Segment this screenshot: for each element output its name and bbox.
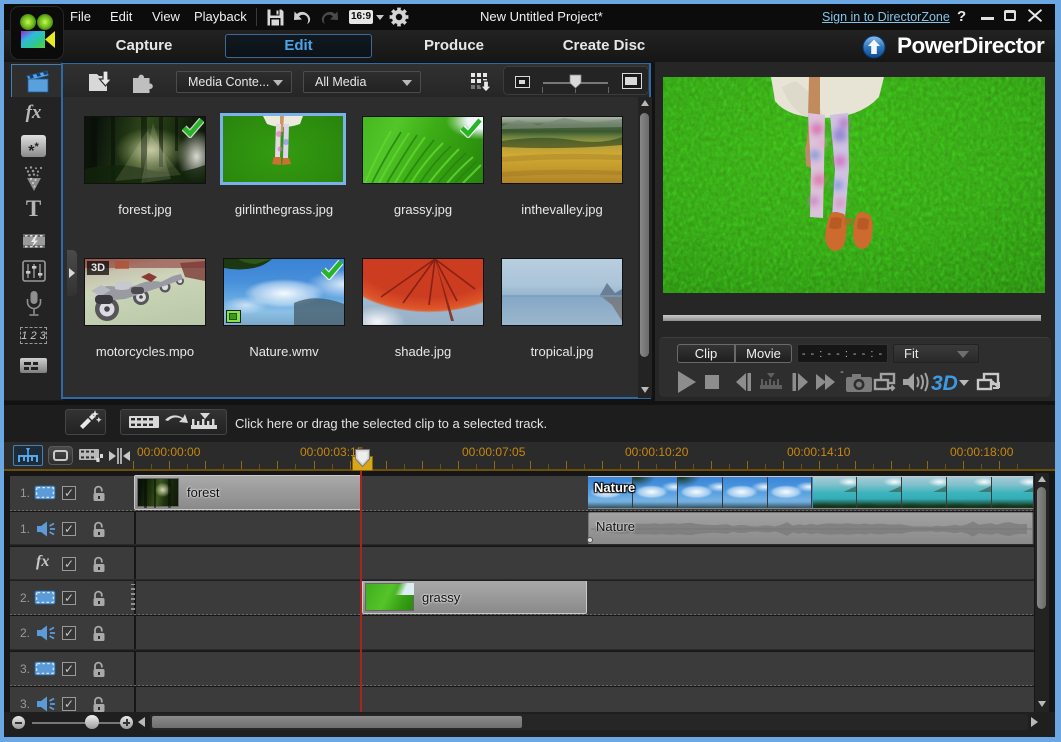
svg-text:3D: 3D	[931, 372, 958, 395]
